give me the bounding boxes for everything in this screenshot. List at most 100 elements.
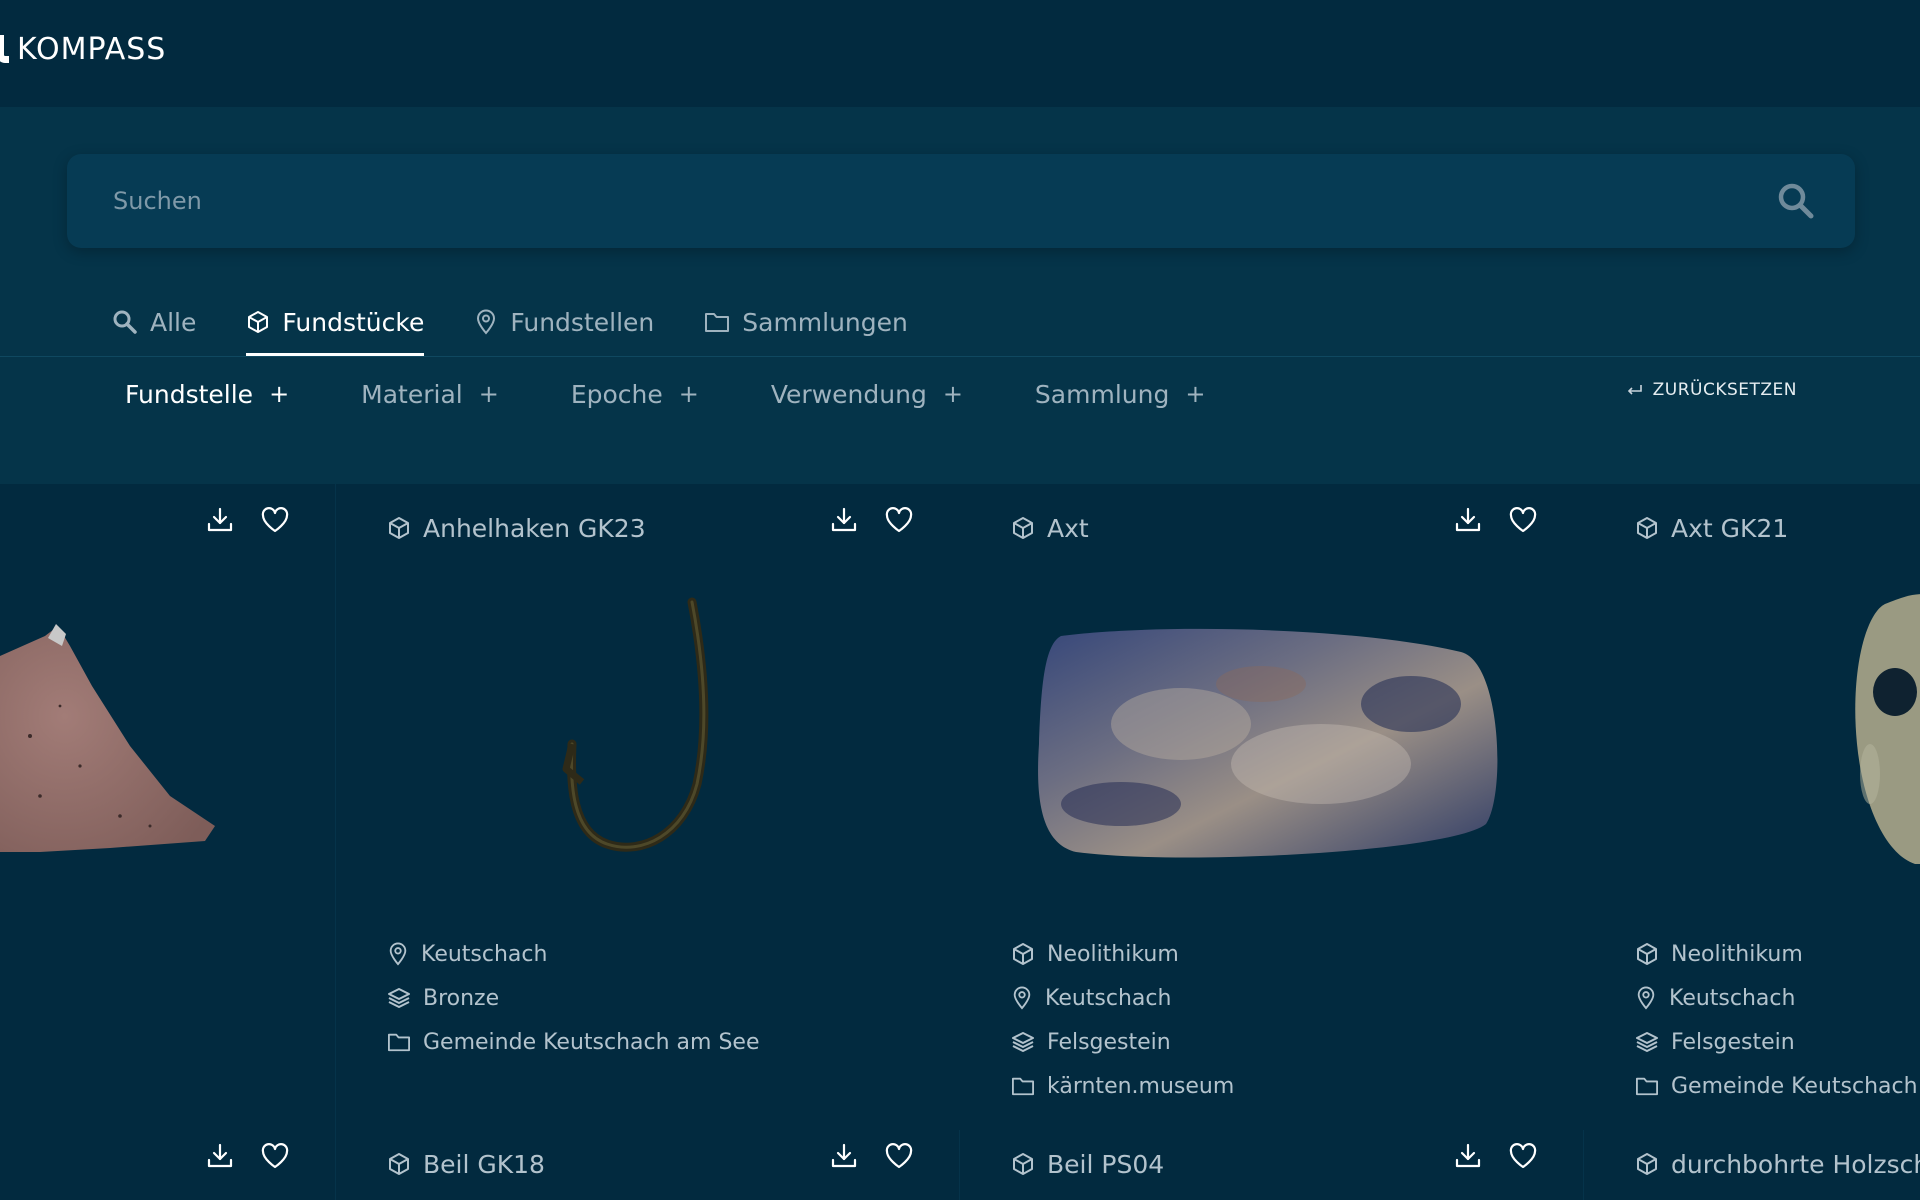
filter-fundstelle[interactable]: Fundstelle + xyxy=(125,374,289,414)
download-icon xyxy=(831,1143,857,1168)
folder-icon xyxy=(1635,1077,1658,1096)
perforated-axe-image xyxy=(1855,594,1920,864)
tab-label: Fundstellen xyxy=(510,307,655,337)
favorite-button[interactable] xyxy=(1508,506,1538,534)
cube-icon xyxy=(1013,517,1033,539)
stone-axe-image xyxy=(1038,628,1498,858)
cube-icon xyxy=(248,311,269,333)
download-icon xyxy=(831,507,857,532)
map-pin-icon xyxy=(389,942,407,966)
card-actions xyxy=(830,1142,914,1170)
meta-text: kärnten.museum xyxy=(1047,1073,1235,1099)
meta-location: Keutschach xyxy=(1011,976,1234,1020)
heart-icon xyxy=(885,507,913,533)
card-separator xyxy=(335,484,336,1200)
card-header: Axt xyxy=(1011,508,1089,548)
fish-hook-image xyxy=(562,597,709,852)
result-card[interactable]: Anhelhaken GK23 Keutschach Bronze Gemein… xyxy=(387,484,1011,1130)
plus-icon: + xyxy=(1185,380,1206,408)
filter-label: Verwendung xyxy=(770,379,927,409)
card-title: Beil GK18 xyxy=(423,1149,545,1179)
download-button[interactable] xyxy=(206,506,234,534)
app-logo[interactable]: KOMPASS xyxy=(0,29,166,69)
type-tabs: Alle Fundstücke Fundstellen Sammlungen xyxy=(112,290,908,356)
meta-text: Neolithikum xyxy=(1047,941,1179,967)
favorite-button[interactable] xyxy=(260,506,290,534)
heart-icon xyxy=(261,1143,289,1169)
meta-collection: kärnten.museum xyxy=(1011,1064,1234,1108)
card-title: Anhelhaken GK23 xyxy=(423,513,646,543)
filter-label: Material xyxy=(361,379,463,409)
download-icon xyxy=(207,507,233,532)
folder-icon xyxy=(705,313,730,332)
tab-sammlungen[interactable]: Sammlungen xyxy=(704,290,908,354)
result-card[interactable] xyxy=(0,1130,335,1200)
result-card[interactable]: durchbohrte Holzsch xyxy=(1635,1130,1920,1200)
tab-label: Alle xyxy=(150,307,197,337)
heart-icon xyxy=(885,1143,913,1169)
layers-icon xyxy=(1636,1032,1658,1052)
card-meta: Neolithikum Keutschach Felsgestein Gemei… xyxy=(1635,932,1918,1108)
meta-location: Keutschach xyxy=(387,932,760,976)
filter-verwendung[interactable]: Verwendung + xyxy=(771,374,963,414)
favorite-button[interactable] xyxy=(1508,1142,1538,1170)
meta-text: Bronze xyxy=(423,985,500,1011)
tab-alle[interactable]: Alle xyxy=(112,290,196,354)
card-title: Beil PS04 xyxy=(1047,1149,1165,1179)
meta-text: Keutschach xyxy=(1045,985,1172,1011)
card-actions xyxy=(830,506,914,534)
meta-epoch: Neolithikum xyxy=(1635,932,1918,976)
meta-text: Keutschach xyxy=(1669,985,1796,1011)
card-title: durchbohrte Holzsch xyxy=(1671,1149,1920,1179)
tab-fundstellen[interactable]: Fundstellen xyxy=(474,290,654,354)
search-box xyxy=(67,154,1855,248)
filter-label: Sammlung xyxy=(1034,379,1170,409)
logo-mark-icon xyxy=(0,35,9,63)
favorite-button[interactable] xyxy=(884,506,914,534)
plus-icon: + xyxy=(678,380,699,408)
result-card[interactable] xyxy=(0,484,335,1130)
filter-label: Fundstelle xyxy=(125,379,254,409)
cube-icon xyxy=(1637,1153,1657,1175)
card-meta: Neolithikum Keutschach Felsgestein kärnt… xyxy=(1011,932,1234,1108)
tab-label: Sammlungen xyxy=(742,307,908,337)
card-meta: Keutschach Bronze Gemeinde Keutschach am… xyxy=(387,932,760,1064)
result-card[interactable]: Axt Neolithikum Keutschach Felsgestein k… xyxy=(1011,484,1635,1130)
download-button[interactable] xyxy=(830,1142,858,1170)
card-header: Axt GK21 xyxy=(1635,508,1788,548)
layers-icon xyxy=(1012,1032,1034,1052)
tab-fundstuecke[interactable]: Fundstücke xyxy=(246,290,425,356)
reset-label: ZURÜCKSETZEN xyxy=(1652,380,1797,400)
result-card[interactable]: Beil PS04 xyxy=(1011,1130,1635,1200)
meta-collection: Gemeinde Keutschach xyxy=(1635,1064,1918,1108)
reset-button[interactable]: ZURÜCKSETZEN xyxy=(1627,380,1797,400)
plus-icon: + xyxy=(942,380,963,408)
download-button[interactable] xyxy=(1454,1142,1482,1170)
favorite-button[interactable] xyxy=(260,1142,290,1170)
folder-icon xyxy=(387,1033,410,1052)
meta-text: Gemeinde Keutschach xyxy=(1671,1073,1918,1099)
download-icon xyxy=(1455,1143,1481,1168)
download-button[interactable] xyxy=(206,1142,234,1170)
map-pin-icon xyxy=(1013,986,1031,1010)
cube-icon xyxy=(389,517,409,539)
search-button[interactable] xyxy=(1777,182,1815,220)
filter-material[interactable]: Material + xyxy=(361,374,499,414)
result-card[interactable]: Beil GK18 xyxy=(387,1130,1011,1200)
result-card[interactable]: Axt GK21 Neolithikum Keutschach Felsgest… xyxy=(1635,484,1920,1130)
results-grid: Anhelhaken GK23 Keutschach Bronze Gemein… xyxy=(0,484,1920,1200)
tab-label: Fundstücke xyxy=(282,307,425,337)
plus-icon: + xyxy=(269,380,290,408)
download-button[interactable] xyxy=(1454,506,1482,534)
meta-text: Neolithikum xyxy=(1671,941,1803,967)
search-input[interactable] xyxy=(113,176,1713,226)
favorite-button[interactable] xyxy=(884,1142,914,1170)
meta-text: Felsgestein xyxy=(1047,1029,1171,1055)
download-button[interactable] xyxy=(830,506,858,534)
folder-icon xyxy=(1012,1077,1035,1096)
card-header: Beil GK18 xyxy=(387,1144,545,1184)
meta-material: Felsgestein xyxy=(1635,1020,1918,1064)
filter-epoche[interactable]: Epoche + xyxy=(571,374,699,414)
plus-icon: + xyxy=(478,380,499,408)
filter-sammlung[interactable]: Sammlung + xyxy=(1035,374,1206,414)
